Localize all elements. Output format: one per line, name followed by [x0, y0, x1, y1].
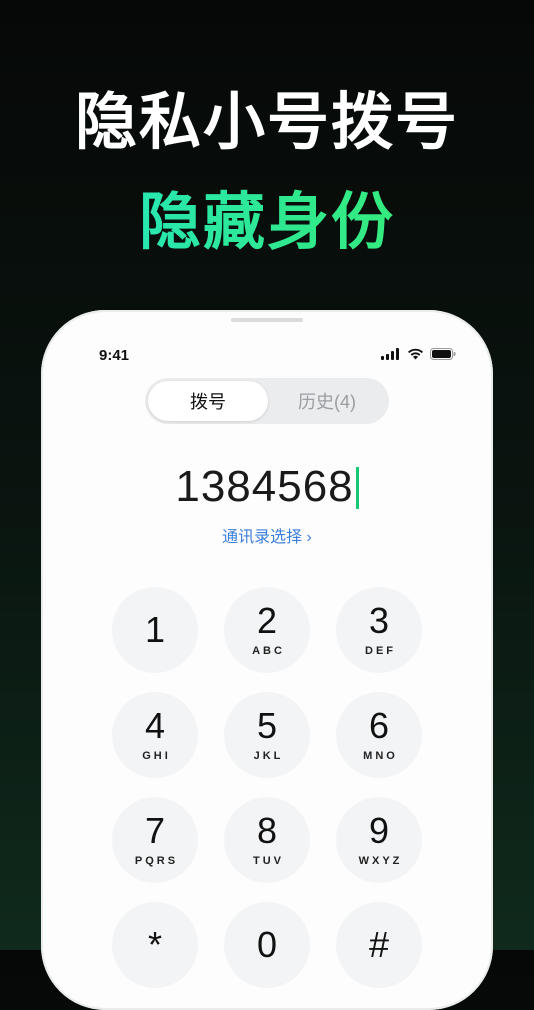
key-digit: 5	[256, 705, 278, 746]
keypad-key-6[interactable]: 6 MNO	[336, 692, 422, 778]
key-digit: *	[147, 924, 162, 965]
key-digit: 4	[144, 705, 166, 746]
tab-history[interactable]: 历史(4)	[267, 381, 387, 421]
battery-icon	[430, 348, 456, 360]
key-letters: WXYZ	[358, 855, 403, 867]
headline-subtitle: 隐藏身份	[0, 182, 534, 262]
keypad-key-3[interactable]: 3 DEF	[336, 587, 422, 673]
key-digit: 8	[256, 810, 278, 851]
keypad-key-5[interactable]: 5 JKL	[224, 692, 310, 778]
text-caret	[355, 467, 359, 509]
key-letters: TUV	[253, 855, 284, 867]
key-letters: DEF	[365, 645, 396, 657]
contacts-select-link[interactable]: 通讯录选择 ›	[41, 523, 493, 547]
signal-icon	[381, 348, 399, 360]
key-digit: 0	[256, 924, 278, 965]
status-icons	[381, 348, 456, 360]
phone-frame: 9:41 拨号 历史(4) 1384568 通讯录选择 › 1 2 ABC 3 DEF 4…	[41, 310, 493, 1010]
key-digit: 9	[368, 810, 390, 851]
tab-dial[interactable]: 拨号	[148, 381, 268, 421]
keypad-key-4[interactable]: 4 GHI	[112, 692, 198, 778]
key-letters: MNO	[363, 750, 398, 762]
keypad-key-7[interactable]: 7 PQRS	[112, 797, 198, 883]
keypad-key-hash[interactable]: #	[336, 902, 422, 988]
status-time: 9:41	[99, 347, 130, 364]
key-letters: GHI	[142, 750, 171, 762]
dialed-number-display[interactable]: 1384568	[41, 462, 493, 512]
wifi-icon	[408, 348, 423, 360]
key-digit: 3	[368, 600, 390, 641]
key-letters: JKL	[253, 750, 284, 762]
keypad-key-0[interactable]: 0	[224, 902, 310, 988]
key-digit: 6	[368, 705, 390, 746]
keypad-key-1[interactable]: 1	[112, 587, 198, 673]
key-letters: PQRS	[134, 855, 179, 867]
keypad-key-8[interactable]: 8 TUV	[224, 797, 310, 883]
key-letters: ABC	[252, 645, 285, 657]
dial-history-segmented-control: 拨号 历史(4)	[145, 378, 389, 424]
key-digit: #	[368, 924, 390, 965]
keypad-key-9[interactable]: 9 WXYZ	[336, 797, 422, 883]
key-digit: 7	[144, 810, 166, 851]
top-indicator	[231, 318, 303, 322]
key-digit: 2	[256, 600, 278, 641]
dialed-number: 1384568	[175, 462, 354, 511]
keypad-key-star[interactable]: *	[112, 902, 198, 988]
keypad-key-2[interactable]: 2 ABC	[224, 587, 310, 673]
key-digit: 1	[144, 609, 166, 650]
headline-title: 隐私小号拨号	[74, 85, 459, 158]
